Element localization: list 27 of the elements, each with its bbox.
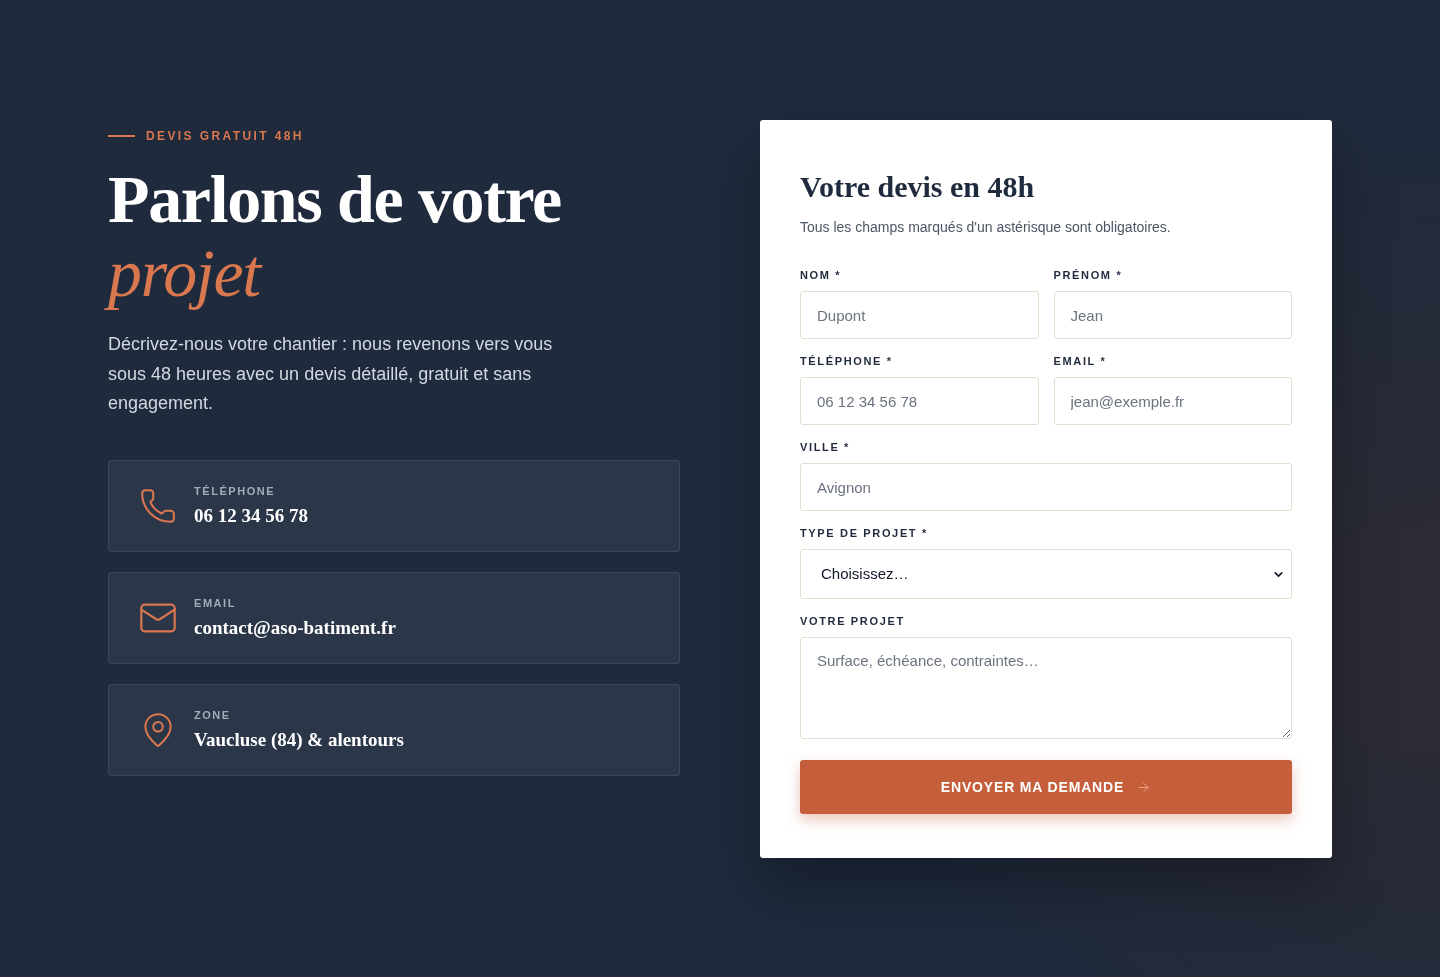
contact-label: EMAIL bbox=[194, 595, 237, 610]
eyebrow-text: DEVIS GRATUIT 48H bbox=[146, 130, 304, 142]
arrow-right-icon bbox=[1136, 779, 1152, 795]
field-label: EMAIL * bbox=[1053, 354, 1108, 369]
input-field[interactable]: Jean bbox=[1053, 291, 1292, 339]
input-field[interactable]: jean@exemple.fr bbox=[1053, 377, 1292, 425]
input-field[interactable]: Dupont bbox=[800, 291, 1039, 339]
field-label: VILLE * bbox=[800, 440, 852, 455]
field-label: NOM * bbox=[800, 268, 843, 283]
textarea-field[interactable]: Surface, échéance, contraintes… bbox=[800, 637, 1292, 739]
input-field[interactable]: 06 12 34 56 78 bbox=[800, 377, 1039, 425]
field-label: TYPE DE PROJET * bbox=[800, 526, 929, 541]
form-note: Tous les champs marqués d'un astérisque sont obligatoires. bbox=[800, 218, 1171, 237]
input-field[interactable]: Avignon bbox=[800, 463, 1292, 511]
contact-value: contact@aso-batiment.fr bbox=[194, 615, 396, 640]
contact-value: Vaucluse (84) & alentours bbox=[194, 727, 404, 752]
contact-label: TÉLÉPHONE bbox=[194, 483, 277, 498]
field-label: VOTRE PROJET bbox=[800, 614, 906, 629]
phone-icon bbox=[139, 486, 177, 525]
field-label: PRÉNOM * bbox=[1053, 268, 1124, 283]
contact-label: ZONE bbox=[194, 707, 232, 722]
contact-value: 06 12 34 56 78 bbox=[194, 503, 308, 528]
field-label: TÉLÉPHONE * bbox=[800, 354, 894, 369]
intro-paragraph: Décrivez-nous votre chantier : nous revenons vers vous sous 48 heures avec un devis détaillé, gratuit et sans engagement. bbox=[108, 333, 554, 415]
project-type-select[interactable]: Choisissez… bbox=[800, 549, 1292, 599]
form-title: Votre devis en 48h bbox=[800, 169, 1035, 205]
submit-button[interactable]: ENVOYER MA DEMANDE bbox=[800, 760, 1292, 814]
